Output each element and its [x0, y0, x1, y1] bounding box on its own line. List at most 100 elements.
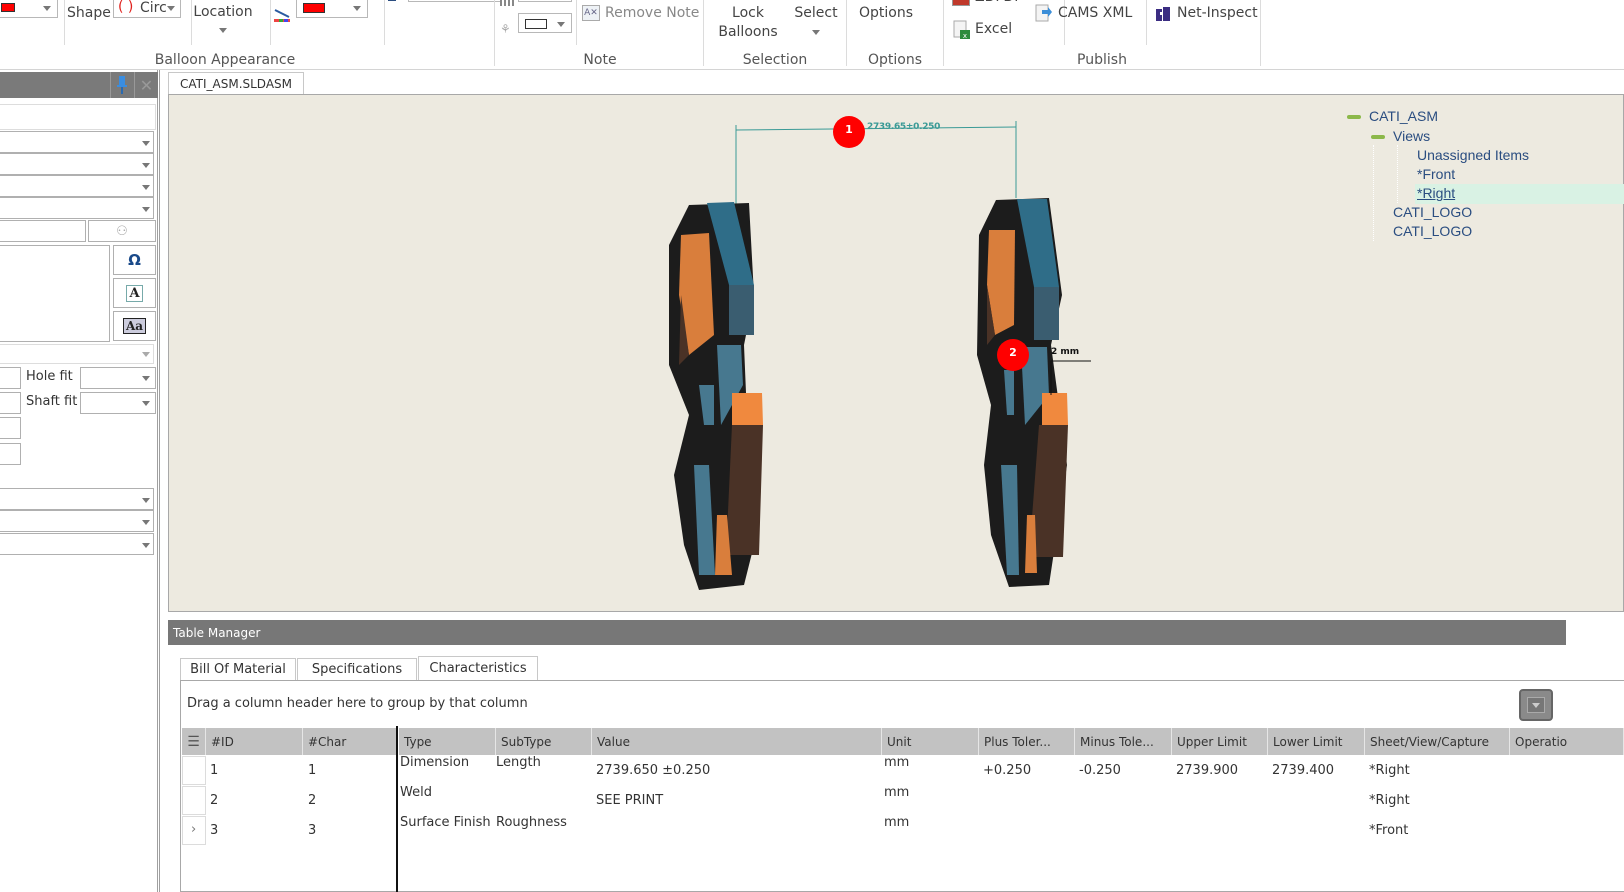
chevron-down-icon [219, 28, 227, 33]
tolerance-field-3[interactable] [0, 417, 21, 439]
tab-specifications[interactable]: Specifications [297, 658, 417, 680]
column-header-minus-tolerance[interactable]: Minus Tole... [1075, 728, 1172, 755]
column-header-plus-tolerance[interactable]: Plus Toler... [979, 728, 1075, 755]
table-manager-header: Table Manager [168, 620, 1566, 645]
column-header-char[interactable]: #Char [303, 728, 397, 755]
tab-characteristics[interactable]: Characteristics [418, 656, 538, 680]
cell-minus-tolerance: -0.250 [1079, 763, 1121, 778]
text-format-button[interactable]: Aa [113, 311, 156, 341]
tab-bill-of-material[interactable]: Bill Of Material [180, 658, 296, 680]
model-viewport[interactable]: 1 2739.65±0.250 2 2 mm CATI_ASM Views Un… [168, 94, 1624, 612]
row-menu-button[interactable]: ☰ [182, 728, 206, 755]
column-header-value[interactable]: Value [592, 728, 882, 755]
tolerance-field-4[interactable] [0, 443, 21, 465]
property-dropdown-2[interactable] [0, 153, 154, 175]
column-header-lower-limit[interactable]: Lower Limit [1268, 728, 1365, 755]
net-inspect-button[interactable]: Net-Inspect [1156, 4, 1258, 24]
column-header-id[interactable]: #ID [206, 728, 303, 755]
property-dropdown-7[interactable] [0, 510, 154, 532]
border-style-field[interactable] [518, 0, 572, 2]
options-button[interactable]: Options [859, 5, 913, 21]
note-textarea[interactable] [0, 245, 110, 342]
frozen-column-divider[interactable] [396, 726, 398, 892]
shaft-fit-dropdown[interactable] [80, 392, 156, 414]
tree-item-views[interactable]: Views [1393, 128, 1430, 144]
tree-item-logo-1[interactable]: CATI_LOGO [1393, 204, 1472, 220]
balloon-2-leader [1050, 360, 1091, 395]
column-header-upper-limit[interactable]: Upper Limit [1172, 728, 1268, 755]
balloon-color-dropdown[interactable] [0, 0, 58, 18]
property-dropdown-3[interactable] [0, 175, 154, 197]
property-dropdown-4[interactable] [0, 197, 154, 219]
cell-type: Dimension [400, 755, 470, 770]
chevron-down-icon [353, 6, 361, 11]
column-header-sheet-view[interactable]: Sheet/View/Capture [1365, 728, 1510, 755]
column-header-operation[interactable]: Operatio [1510, 728, 1624, 755]
tree-item-root[interactable]: CATI_ASM [1369, 108, 1438, 124]
tree-item-right[interactable]: *Right [1417, 185, 1455, 201]
select-button[interactable]: Select [792, 5, 840, 45]
balloon-2-text[interactable]: 2 mm [1051, 347, 1079, 357]
row-selector[interactable]: › [182, 816, 206, 845]
balloon-1-number[interactable]: 1 [841, 123, 857, 136]
column-header-unit[interactable]: Unit [882, 728, 979, 755]
row-selector[interactable] [182, 756, 206, 785]
group-by-hint: Drag a column header here to group by th… [187, 696, 528, 711]
note-text-field[interactable] [0, 104, 156, 130]
shape-dropdown[interactable]: ( ) Circ [113, 0, 181, 18]
cell-lower-limit: 2739.400 [1272, 763, 1335, 778]
cams-xml-button[interactable]: CAMS XML [1034, 4, 1134, 24]
tolerance-field-1[interactable] [0, 367, 21, 389]
location-button[interactable]: Location [193, 4, 253, 44]
property-dropdown-1[interactable] [0, 131, 154, 153]
font-button[interactable]: A [113, 278, 156, 308]
user-transfer-button[interactable]: ⚇ [88, 220, 156, 242]
tree-item-logo-2[interactable]: CATI_LOGO [1393, 223, 1472, 239]
cell-subtype: Length [496, 755, 541, 770]
cell-sheet-view: *Right [1369, 793, 1410, 808]
divider [1260, 0, 1261, 66]
column-chooser-button[interactable] [1519, 689, 1553, 721]
pin-button[interactable] [110, 72, 132, 98]
hole-fit-dropdown[interactable] [80, 367, 156, 389]
group-label-selection: Selection [742, 52, 808, 68]
close-panel-button[interactable]: ✕ [134, 72, 158, 98]
chevron-down-icon [142, 207, 150, 212]
balloon-1-dimension-text[interactable]: 2739.65±0.250 [867, 122, 940, 132]
remove-note-button[interactable]: A✕ Remove Note [582, 4, 702, 24]
excel-button[interactable]: x Excel [952, 20, 1022, 40]
column-header-subtype[interactable]: SubType [496, 728, 592, 755]
property-dropdown-5[interactable] [0, 344, 154, 364]
cell-type: Weld [400, 785, 432, 800]
tree-connector [1373, 145, 1374, 241]
border-style-icon [500, 0, 514, 6]
tolerance-field-2[interactable] [0, 392, 21, 414]
tree-item-unassigned[interactable]: Unassigned Items [1417, 147, 1529, 163]
fill-style-dropdown[interactable] [518, 13, 572, 33]
line-color-dropdown[interactable] [296, 0, 368, 18]
tree-item-front[interactable]: *Front [1417, 166, 1455, 182]
divider [703, 0, 704, 66]
lock-balloons-button[interactable]: Lock Balloons [712, 5, 784, 45]
cell-char: 1 [308, 763, 317, 778]
document-tab[interactable]: CATI_ASM.SLDASM [168, 72, 304, 94]
line-style-field[interactable] [408, 0, 506, 2]
users-arrow-icon: ⚇ [116, 223, 128, 239]
zdfdf-button[interactable]: ZDFDF [952, 0, 1026, 8]
text-format-icon: Aa [122, 318, 147, 334]
column-header-type[interactable]: Type [399, 728, 496, 755]
divider [191, 0, 192, 45]
balloon-2-number[interactable]: 2 [1005, 346, 1021, 359]
collapse-icon[interactable] [1347, 115, 1361, 119]
insert-symbol-button[interactable]: Ω [113, 245, 156, 275]
property-text-field[interactable] [0, 220, 86, 242]
chevron-down-icon [142, 401, 150, 406]
line-color-icon[interactable] [274, 8, 290, 22]
property-dropdown-8[interactable] [0, 533, 154, 555]
fill-swatch [525, 19, 547, 29]
location-label: Location [193, 4, 253, 20]
collapse-icon[interactable] [1371, 135, 1385, 139]
row-selector[interactable] [182, 786, 206, 815]
cell-unit: mm [884, 785, 910, 800]
property-dropdown-6[interactable] [0, 488, 154, 510]
